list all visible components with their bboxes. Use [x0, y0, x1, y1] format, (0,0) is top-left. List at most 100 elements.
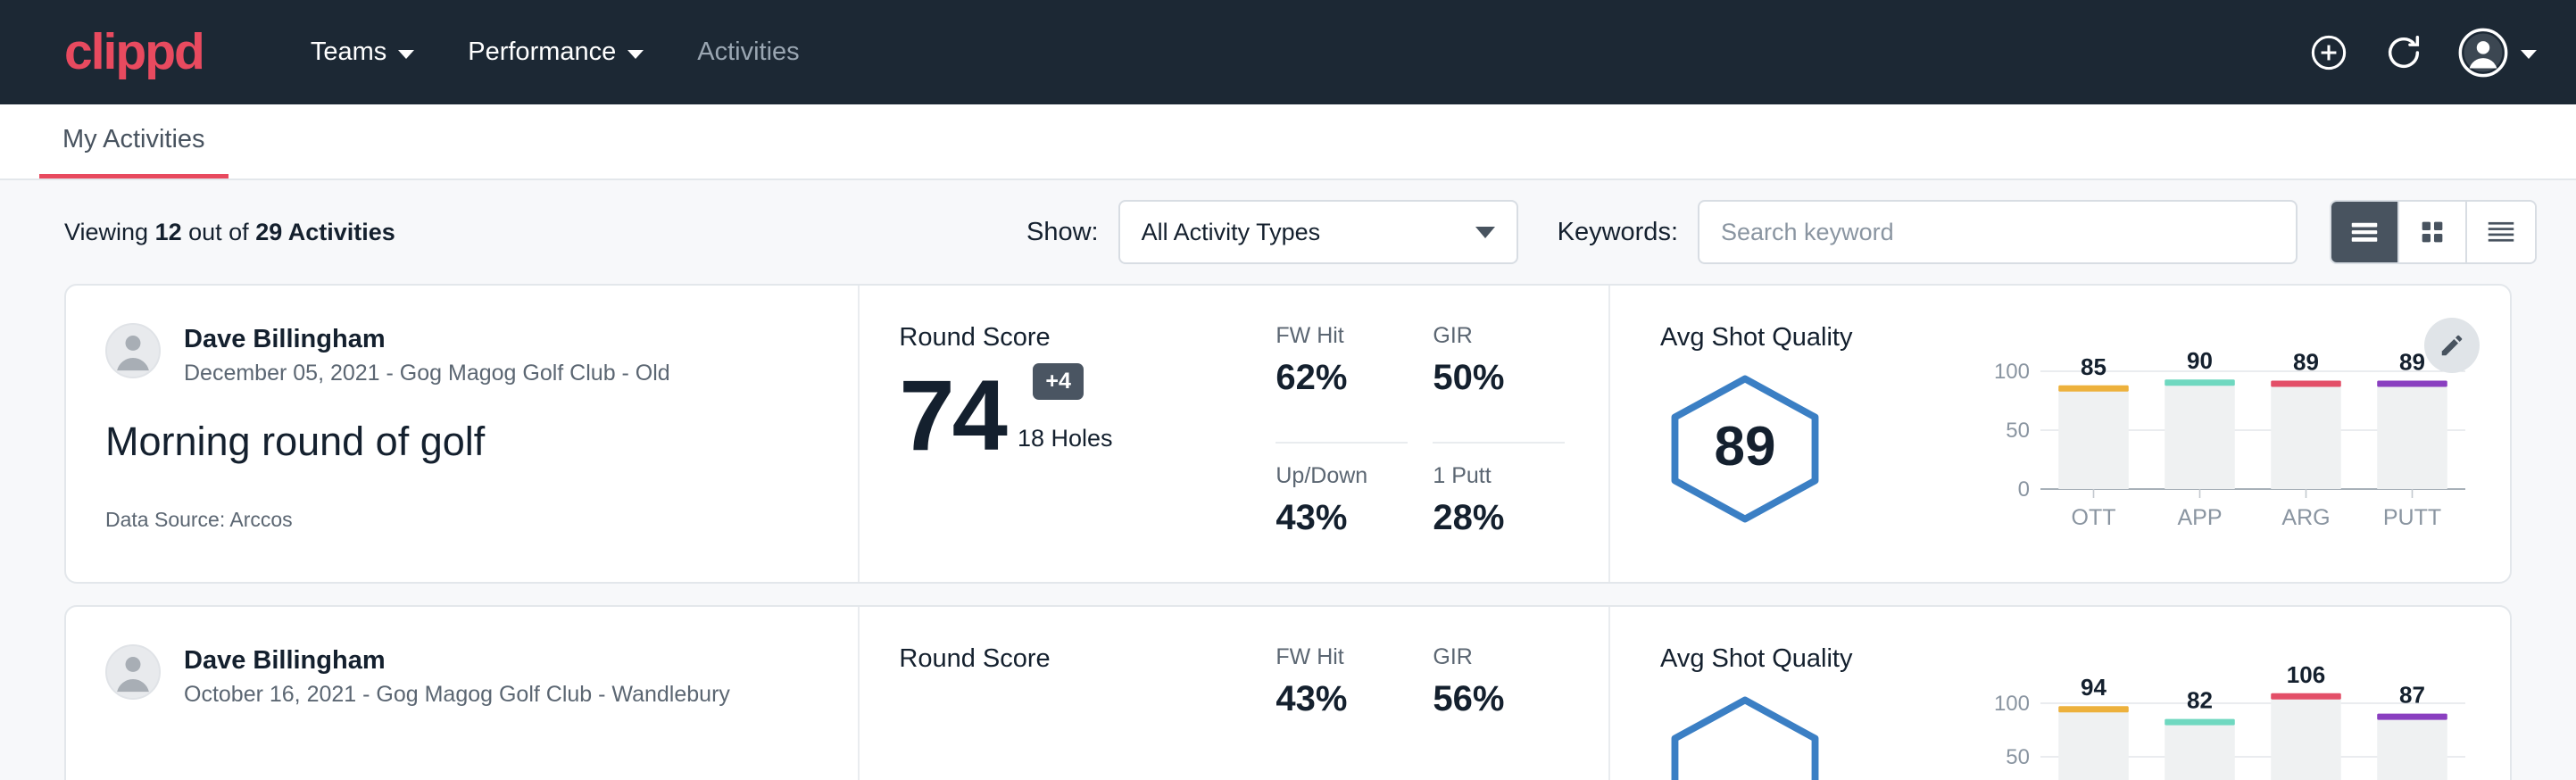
stat-label: GIR	[1433, 323, 1565, 349]
nav-item-activities-label: Activities	[697, 37, 799, 67]
shot-quality-hexagon: 89	[1660, 372, 1830, 526]
chevron-down-icon	[1475, 227, 1495, 238]
svg-text:100: 100	[1994, 360, 2030, 384]
svg-text:82: 82	[2187, 687, 2213, 714]
stat-label: GIR	[1433, 644, 1565, 670]
activity-card[interactable]: Dave Billingham October 16, 2021 - Gog M…	[64, 605, 2512, 780]
view-mode-grid-button[interactable]	[2399, 202, 2467, 262]
nav-item-performance[interactable]: Performance	[441, 37, 670, 67]
stat-label: Up/Down	[1276, 463, 1408, 489]
score-differential-badge: +4	[1033, 363, 1084, 400]
round-stats-grid: FW Hit 62% GIR 50% Up/Down 43% 1 Putt 28…	[1276, 323, 1565, 582]
round-score-value: 74	[899, 369, 1005, 463]
activity-cards-list: Dave Billingham December 05, 2021 - Gog …	[0, 284, 2576, 780]
top-navigation-bar: clippd Teams Performance Activities	[0, 0, 2576, 104]
show-label: Show:	[1026, 218, 1099, 247]
avg-shot-quality-label: Avg Shot Quality	[1660, 323, 1955, 353]
svg-text:OTT: OTT	[2072, 505, 2116, 530]
svg-text:85: 85	[2081, 353, 2107, 380]
clippd-logo[interactable]: clippd	[64, 27, 204, 78]
stat-gir: GIR 56%	[1433, 644, 1565, 780]
svg-text:87: 87	[2399, 682, 2425, 709]
player-text: Dave Billingham December 05, 2021 - Gog …	[184, 323, 670, 386]
search-input[interactable]	[1698, 200, 2298, 264]
stat-value: 43%	[1276, 679, 1408, 719]
viewing-count: 12	[155, 219, 182, 245]
stat-fw-hit: FW Hit 62%	[1276, 323, 1408, 444]
view-mode-toggle-group	[2330, 200, 2537, 264]
edit-activity-button[interactable]	[2424, 318, 2480, 373]
shot-quality-chart: 05010085OTT90APP89ARG89PUTT	[1955, 323, 2471, 582]
nav-item-activities[interactable]: Activities	[670, 37, 826, 67]
activity-card-score: Round Score 74 +4 18 Holes FW Hit 62% GI…	[860, 286, 1610, 582]
svg-text:APP: APP	[2177, 505, 2222, 530]
activity-type-select[interactable]: All Activity Types	[1118, 200, 1518, 264]
avatar-icon	[2458, 28, 2508, 78]
activity-title: Morning round of golf	[105, 419, 819, 465]
svg-text:106: 106	[2287, 666, 2325, 688]
activity-data-source: Data Source: Arccos	[105, 508, 819, 532]
svg-text:0: 0	[2018, 477, 2030, 502]
svg-text:94: 94	[2081, 674, 2107, 701]
svg-text:89: 89	[2293, 349, 2319, 376]
avatar	[105, 323, 161, 378]
round-stats-grid: FW Hit 43% GIR 56%	[1276, 644, 1565, 780]
add-circle-icon[interactable]	[2308, 32, 2349, 73]
stat-one-putt: 1 Putt 28%	[1433, 463, 1565, 582]
tab-my-activities[interactable]: My Activities	[39, 125, 229, 178]
player-name: Dave Billingham	[184, 644, 730, 676]
keywords-label: Keywords:	[1558, 218, 1678, 247]
compact-view-icon	[2484, 215, 2518, 249]
stat-value: 56%	[1433, 679, 1565, 719]
viewing-prefix: Viewing	[64, 219, 155, 245]
round-score-block: Round Score	[899, 644, 1256, 780]
stat-value: 43%	[1276, 498, 1408, 538]
tabs-bar: My Activities	[0, 104, 2576, 180]
activity-card-score: Round Score FW Hit 43% GIR 56%	[860, 607, 1610, 780]
viewing-total: 29 Activities	[255, 219, 395, 245]
stat-label: FW Hit	[1276, 323, 1408, 349]
chevron-down-icon	[2521, 50, 2537, 59]
activity-card[interactable]: Dave Billingham December 05, 2021 - Gog …	[64, 284, 2512, 584]
svg-text:50: 50	[2006, 745, 2030, 769]
nav-item-teams[interactable]: Teams	[284, 37, 441, 67]
stat-fw-hit: FW Hit 43%	[1276, 644, 1408, 780]
activity-card-quality: Avg Shot Quality 89 05010085OTT90APP89AR…	[1610, 286, 2510, 582]
hexagon-icon	[1660, 693, 1830, 780]
chevron-down-icon	[398, 50, 414, 59]
list-view-icon	[2347, 215, 2381, 249]
avg-shot-quality-block: Avg Shot Quality	[1660, 644, 1955, 780]
nav-actions	[2308, 28, 2537, 78]
svg-text:ARG: ARG	[2281, 505, 2330, 530]
viewing-count-text: Viewing 12 out of 29 Activities	[64, 219, 395, 246]
player-text: Dave Billingham October 16, 2021 - Gog M…	[184, 644, 730, 708]
pencil-icon	[2439, 332, 2465, 359]
activity-card-info: Dave Billingham December 05, 2021 - Gog …	[66, 286, 860, 582]
svg-text:100: 100	[1994, 692, 2030, 716]
round-score-row: 74 +4 18 Holes	[899, 369, 1256, 463]
avg-shot-quality-block: Avg Shot Quality 89	[1660, 323, 1955, 582]
stat-label: 1 Putt	[1433, 463, 1565, 489]
grid-view-icon	[2417, 217, 2447, 247]
stat-label: FW Hit	[1276, 644, 1408, 670]
shot-quality-chart: 05010094OTT82APP106ARG87PUTT	[1955, 644, 2471, 780]
svg-text:89: 89	[2399, 349, 2425, 376]
stat-value: 28%	[1433, 498, 1565, 538]
refresh-icon[interactable]	[2383, 32, 2424, 73]
activity-meta: October 16, 2021 - Gog Magog Golf Club -…	[184, 682, 730, 708]
activity-card-info: Dave Billingham October 16, 2021 - Gog M…	[66, 607, 860, 780]
user-avatar-menu[interactable]	[2458, 28, 2537, 78]
activity-meta: December 05, 2021 - Gog Magog Golf Club …	[184, 361, 670, 386]
primary-nav: Teams Performance Activities	[284, 37, 827, 67]
round-score-label: Round Score	[899, 644, 1256, 674]
stat-value: 50%	[1433, 358, 1565, 398]
holes-played: 18 Holes	[1018, 425, 1113, 452]
view-mode-compact-button[interactable]	[2467, 202, 2535, 262]
view-mode-list-button[interactable]	[2331, 202, 2399, 262]
nav-item-performance-label: Performance	[468, 37, 616, 67]
stat-gir: GIR 50%	[1433, 323, 1565, 444]
svg-text:PUTT: PUTT	[2383, 505, 2441, 530]
avg-shot-quality-label: Avg Shot Quality	[1660, 644, 1955, 674]
filter-bar: Viewing 12 out of 29 Activities Show: Al…	[0, 180, 2576, 284]
avatar	[105, 644, 161, 700]
